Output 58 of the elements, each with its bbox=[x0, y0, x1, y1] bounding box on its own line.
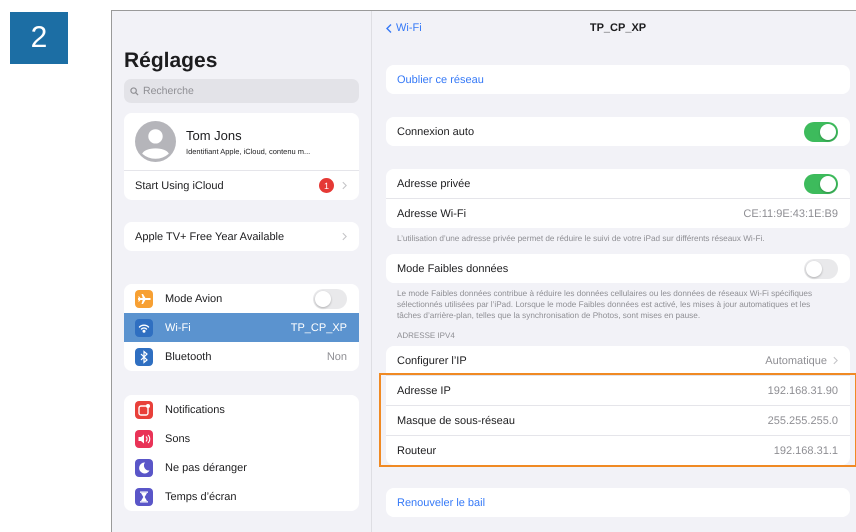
settings-title: Réglages bbox=[124, 49, 218, 73]
back-button[interactable]: Wi-Fi bbox=[386, 22, 422, 34]
item-value: Non bbox=[326, 350, 347, 362]
search-field[interactable]: Recherche bbox=[124, 79, 359, 103]
settings-item[interactable]: Ne pas déranger bbox=[124, 453, 359, 482]
item-label: Bluetooth bbox=[165, 350, 212, 362]
item-label: Ne pas déranger bbox=[165, 462, 248, 474]
settings-item[interactable]: Temps d’écran bbox=[124, 482, 359, 511]
settings-row[interactable]: Configurer l’IP Automatique bbox=[386, 346, 850, 376]
chevron-icon bbox=[386, 22, 392, 34]
action-link[interactable]: Oublier ce réseau bbox=[386, 65, 850, 94]
item-label: Sons bbox=[165, 432, 192, 444]
settings-item[interactable]: Notifications bbox=[124, 395, 359, 424]
settings-row[interactable]: Adresse privée bbox=[386, 169, 850, 198]
row-label: Adresse Wi-Fi bbox=[397, 208, 468, 220]
row-label: Routeur bbox=[397, 444, 438, 457]
avatar-icon bbox=[135, 121, 176, 162]
item-label: Mode Avion bbox=[165, 292, 224, 304]
promo-row[interactable]: Apple TV+ Free Year Available bbox=[124, 222, 359, 251]
row-label: Mode Faibles données bbox=[397, 262, 510, 275]
icloud-row[interactable]: Start Using iCloud 1 bbox=[124, 170, 359, 200]
row-label: Apple TV+ Free Year Available bbox=[135, 230, 286, 242]
row-label: Connexion auto bbox=[397, 126, 476, 138]
settings-row[interactable]: Connexion auto bbox=[386, 117, 850, 146]
settings-item[interactable]: Sons bbox=[124, 424, 359, 453]
row-value: 255.255.255.0 bbox=[768, 414, 838, 427]
action-link[interactable]: Renouveler le bail bbox=[386, 488, 850, 518]
item-label: Temps d’écran bbox=[165, 490, 238, 502]
notification-badge: 1 bbox=[319, 178, 334, 193]
item-label: Notifications bbox=[165, 404, 226, 416]
row-label: Configurer l’IP bbox=[397, 354, 468, 367]
settings-item[interactable]: Mode Avion bbox=[124, 284, 359, 313]
section-footnote: Le mode Faibles données contribue à réduire les données cellulaires ou les données de réseaux Wi-Fi spécifiques sélectionnés utilisées par l’iPad. Lorsque le mode Faibles données est activé, les mises à jour automatiques et les tâches d’arrière-plan, telles que la synchronisation de Photos, sont mises en pause. bbox=[396, 288, 814, 322]
settings-row[interactable]: Mode Faibles données bbox=[386, 254, 850, 284]
toggle-switch[interactable] bbox=[804, 258, 838, 279]
network-title: TP_CP_XP bbox=[588, 22, 648, 34]
toggle-switch[interactable] bbox=[313, 288, 347, 308]
chevron-icon bbox=[342, 232, 347, 241]
section-header: ADRESSE IPV4 bbox=[396, 331, 456, 342]
item-value: TP_CP_XP bbox=[290, 322, 347, 334]
toggle-switch[interactable] bbox=[804, 174, 838, 194]
chevron-icon bbox=[833, 356, 838, 366]
step-number-badge: 2 bbox=[10, 12, 68, 64]
row-value: Automatique bbox=[765, 354, 827, 367]
item-label: Wi-Fi bbox=[165, 322, 192, 334]
account-name: Tom Jons bbox=[186, 128, 243, 142]
row-value: CE:11:9E:43:1E:B9 bbox=[743, 208, 838, 220]
toggle-switch[interactable] bbox=[804, 122, 838, 142]
row-label: Masque de sous-réseau bbox=[397, 414, 516, 427]
chevron-icon bbox=[342, 181, 347, 190]
row-label: Start Using iCloud bbox=[135, 180, 225, 192]
row-label: Adresse privée bbox=[397, 178, 472, 190]
row-value: 192.168.31.90 bbox=[768, 384, 838, 397]
row-value: 192.168.31.1 bbox=[774, 444, 838, 457]
section-footnote: L’utilisation d’une adresse privée permet de réduire le suivi de votre iPad sur différents réseaux Wi-Fi. bbox=[396, 233, 766, 244]
search-icon bbox=[130, 87, 139, 96]
row-label: Adresse IP bbox=[397, 384, 452, 397]
settings-item[interactable]: Bluetooth Non bbox=[124, 342, 359, 371]
